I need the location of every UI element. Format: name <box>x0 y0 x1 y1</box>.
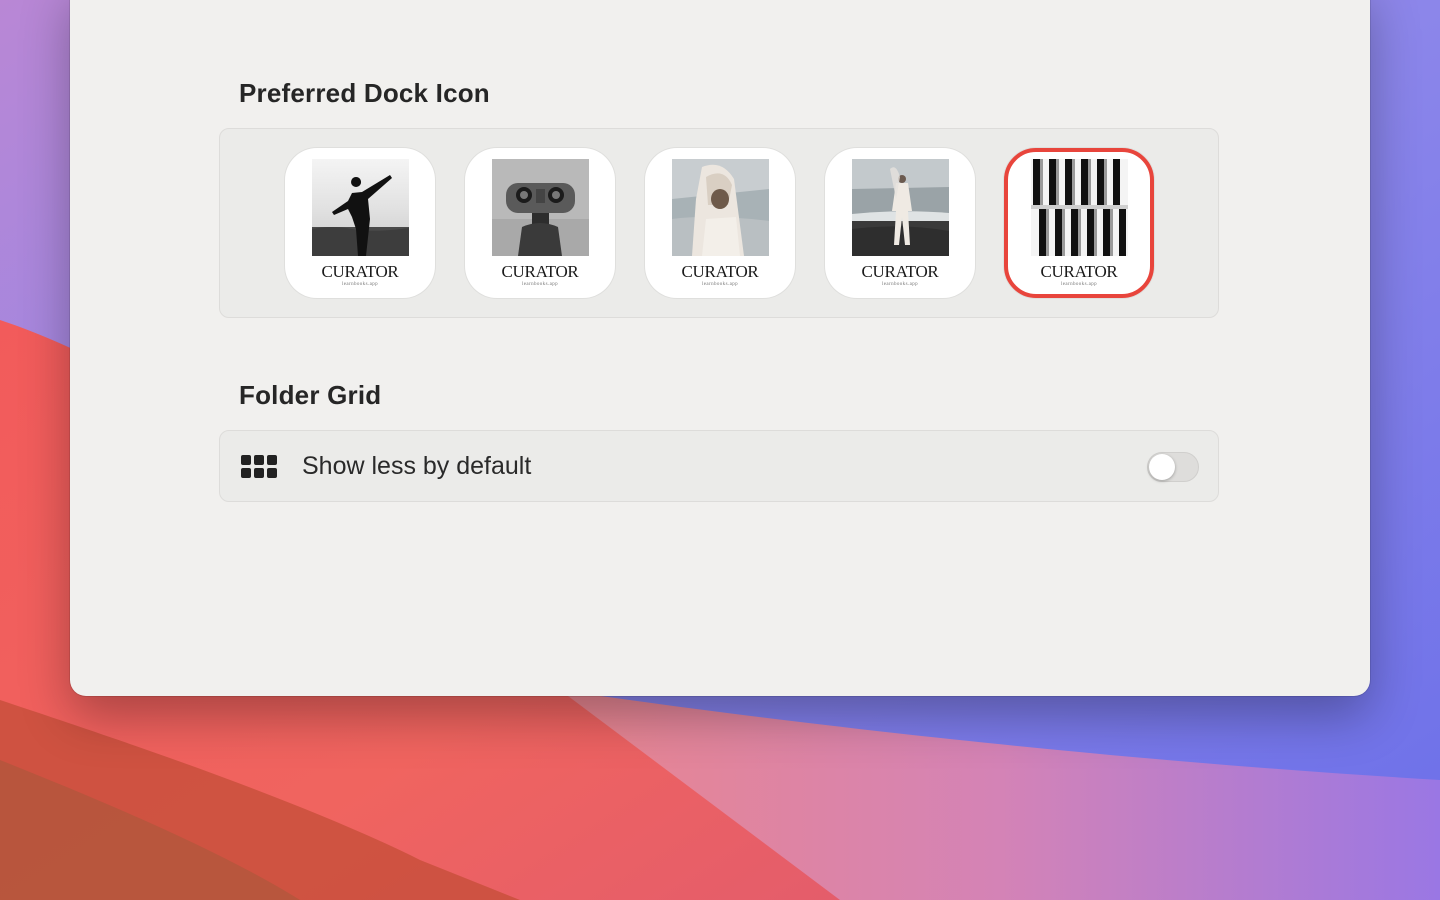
dock-icon-picker: CURATOR learnbooks.app CURATOR learnbook… <box>219 128 1219 318</box>
section-title-dock-icon: Preferred Dock Icon <box>239 78 490 108</box>
dock-icon-option-3[interactable]: CURATOR learnbooks.app <box>645 148 795 298</box>
icon-brand-label: CURATOR <box>861 262 939 281</box>
grid-icon <box>241 455 279 479</box>
icon-brand-label: CURATOR <box>501 262 579 281</box>
dock-icon-option-5[interactable]: CURATOR learnbooks.app <box>1004 148 1154 298</box>
icon-sub-label: learnbooks.app <box>1060 282 1097 287</box>
dock-icon-option-4[interactable]: CURATOR learnbooks.app <box>825 148 975 298</box>
beach-walker-thumbnail <box>852 159 949 256</box>
icon-sub-label: learnbooks.app <box>341 282 378 287</box>
icon-sub-label: learnbooks.app <box>881 282 918 287</box>
show-less-label: Show less by default <box>302 452 532 480</box>
icon-sub-label: learnbooks.app <box>701 282 738 287</box>
icon-brand-label: CURATOR <box>321 262 399 281</box>
settings-window: Preferred Dock Icon CURATOR learnbooks.a… <box>70 0 1370 696</box>
architecture-thumbnail <box>1031 159 1128 256</box>
binoculars-thumbnail <box>492 159 589 256</box>
toggle-knob <box>1149 454 1175 480</box>
dock-icon-option-2[interactable]: CURATOR learnbooks.app <box>465 148 615 298</box>
show-less-toggle[interactable] <box>1147 452 1199 482</box>
folder-grid-row: Show less by default <box>219 430 1219 502</box>
silhouette-thumbnail <box>312 159 409 256</box>
dock-icon-option-1[interactable]: CURATOR learnbooks.app <box>285 148 435 298</box>
section-title-folder-grid: Folder Grid <box>239 380 382 410</box>
icon-sub-label: learnbooks.app <box>521 282 558 287</box>
icon-brand-label: CURATOR <box>681 262 759 281</box>
icon-brand-label: CURATOR <box>1040 262 1118 281</box>
veiled-figure-thumbnail <box>672 159 769 256</box>
